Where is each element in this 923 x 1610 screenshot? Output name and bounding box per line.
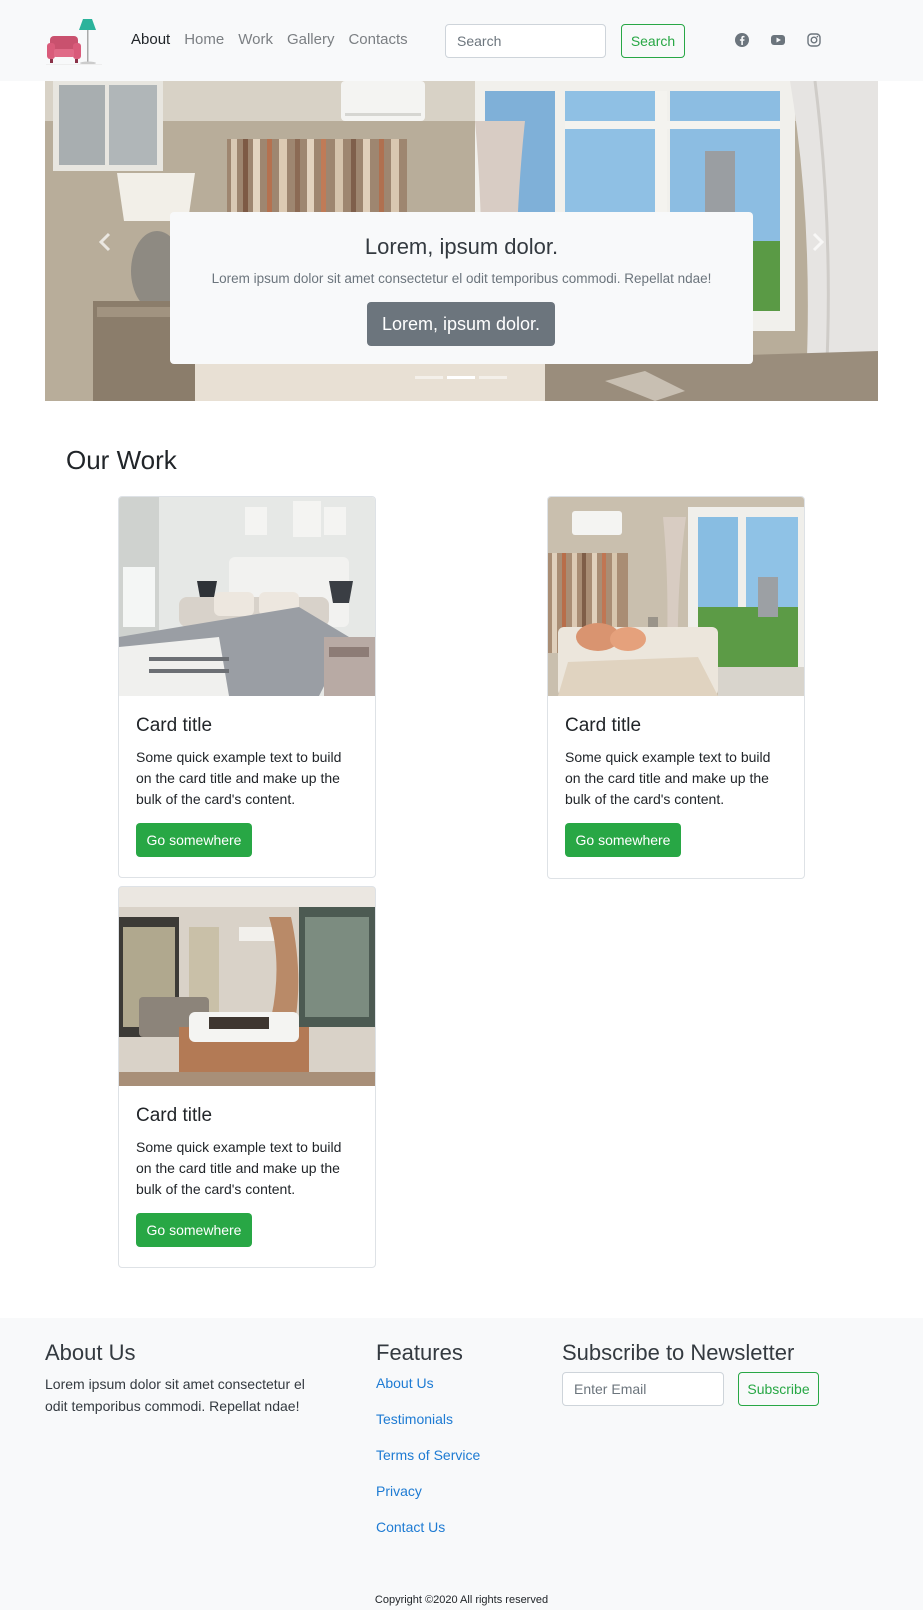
caption-button[interactable]: Lorem, ipsum dolor.: [367, 302, 555, 346]
card-text: Some quick example text to build on the …: [136, 749, 342, 807]
nav-link-work[interactable]: Work: [238, 31, 273, 48]
work-card: Card title Some quick example text to bu…: [118, 886, 376, 1268]
hero-carousel: Lorem, ipsum dolor. Lorem ipsum dolor si…: [45, 81, 878, 401]
go-somewhere-button[interactable]: Go somewhere: [136, 823, 252, 857]
card-image-bedroom-gray: [119, 497, 375, 696]
footer-about-text: Lorem ipsum dolor sit amet consectetur e…: [45, 1376, 305, 1414]
carousel-indicator[interactable]: [479, 376, 507, 379]
search-input[interactable]: [445, 24, 606, 58]
nav-link-home[interactable]: Home: [184, 31, 224, 48]
footer-features-title: Features: [376, 1340, 463, 1365]
footer-about-title: About Us: [45, 1340, 136, 1365]
footer-link-testimonials[interactable]: Testimonials: [376, 1411, 453, 1427]
carousel-next-icon[interactable]: [808, 231, 828, 253]
go-somewhere-button[interactable]: Go somewhere: [565, 823, 681, 857]
carousel-prev-icon[interactable]: [95, 231, 115, 253]
search-button[interactable]: Search: [621, 24, 685, 58]
card-image-modern-bedroom: [119, 887, 375, 1086]
nav-link-about[interactable]: About: [131, 31, 170, 48]
footer-link-privacy[interactable]: Privacy: [376, 1483, 422, 1499]
email-input[interactable]: [562, 1372, 724, 1406]
carousel-indicator-active[interactable]: [447, 376, 475, 379]
youtube-icon[interactable]: [770, 32, 786, 48]
footer-link-contact-us[interactable]: Contact Us: [376, 1519, 445, 1535]
work-card: Card title Some quick example text to bu…: [118, 496, 376, 878]
footer-newsletter-title: Subscribe to Newsletter: [562, 1340, 795, 1365]
armchair-lamp-logo[interactable]: [46, 17, 102, 67]
card-text: Some quick example text to build on the …: [136, 1139, 342, 1197]
our-work-title: Our Work: [66, 445, 177, 475]
card-title: Card title: [136, 1105, 213, 1126]
nav-link-gallery[interactable]: Gallery: [287, 31, 335, 48]
footer: About Us Lorem ipsum dolor sit amet cons…: [0, 1318, 923, 1610]
carousel-caption: Lorem, ipsum dolor. Lorem ipsum dolor si…: [170, 212, 753, 364]
subscribe-button[interactable]: Subscribe: [738, 1372, 819, 1406]
card-title: Card title: [565, 715, 642, 736]
go-somewhere-button[interactable]: Go somewhere: [136, 1213, 252, 1247]
nav-link-contacts[interactable]: Contacts: [348, 31, 407, 48]
carousel-indicators: [415, 376, 507, 379]
footer-link-terms[interactable]: Terms of Service: [376, 1447, 480, 1463]
footer-link-about-us[interactable]: About Us: [376, 1375, 434, 1391]
caption-text: Lorem ipsum dolor sit amet consectetur e…: [211, 271, 712, 286]
facebook-icon[interactable]: [734, 32, 750, 48]
card-image-bedroom-window: [548, 497, 804, 696]
work-card: Card title Some quick example text to bu…: [547, 496, 805, 879]
carousel-indicator[interactable]: [415, 376, 443, 379]
card-text: Some quick example text to build on the …: [565, 749, 771, 807]
navbar: About Home Work Gallery Contacts Search: [0, 0, 923, 81]
card-title: Card title: [136, 715, 213, 736]
instagram-icon[interactable]: [806, 32, 822, 48]
copyright: Copyright ©2020 All rights reserved: [374, 1594, 549, 1606]
nav-links: About Home Work Gallery Contacts: [131, 31, 422, 48]
caption-title: Lorem, ipsum dolor.: [364, 234, 559, 259]
